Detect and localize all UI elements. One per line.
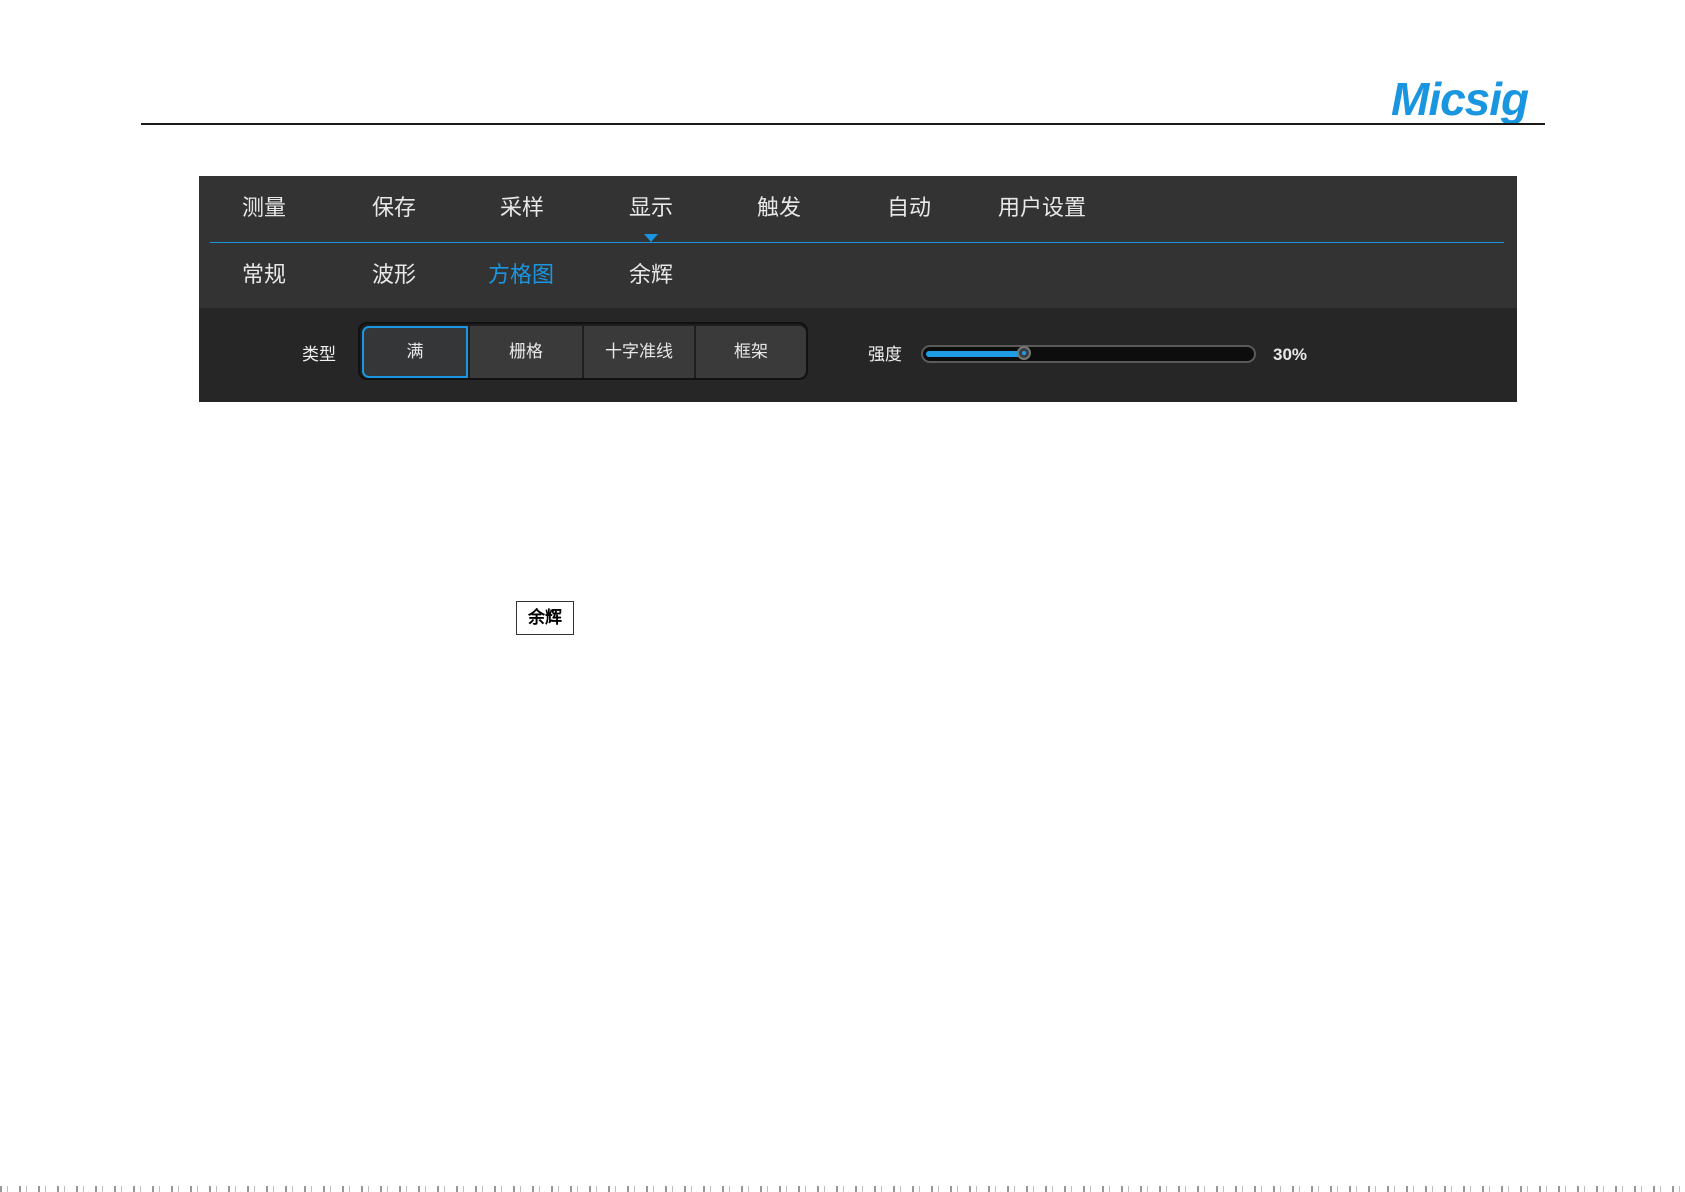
footer-artifact-strip [0, 1186, 1685, 1192]
grid-type-segmented-control: 满 栅格 十字准线 框架 [358, 322, 808, 380]
intensity-slider[interactable] [921, 345, 1256, 363]
menu-item-display[interactable]: 显示 [606, 176, 696, 242]
persistence-caption-box: 余辉 [516, 601, 574, 635]
micsig-logo: Micsig [1391, 73, 1529, 125]
tab-general[interactable]: 常规 [219, 243, 309, 308]
intensity-slider-fill [926, 351, 1024, 357]
intensity-label: 强度 [868, 345, 902, 365]
graticule-settings-row: 类型 满 栅格 十字准线 框架 强度 30% [199, 308, 1517, 402]
type-label: 类型 [302, 345, 336, 365]
menu-item-trigger[interactable]: 触发 [734, 176, 824, 242]
grid-type-grid-button[interactable]: 栅格 [470, 326, 582, 378]
header-divider [141, 123, 1545, 125]
settings-panel: 测量 保存 采样 显示 触发 自动 用户设置 常规 波形 方格图 余辉 类型 满… [199, 176, 1517, 402]
grid-type-full-button[interactable]: 满 [362, 326, 468, 378]
active-menu-caret-icon [644, 234, 658, 242]
intensity-slider-handle[interactable] [1016, 346, 1031, 360]
menu-item-auto[interactable]: 自动 [864, 176, 954, 242]
tab-graticule[interactable]: 方格图 [469, 243, 573, 308]
menu-item-save[interactable]: 保存 [349, 176, 439, 242]
menu-item-user-settings[interactable]: 用户设置 [982, 176, 1102, 242]
menu-item-measure[interactable]: 测量 [219, 176, 309, 242]
grid-type-crosshair-button[interactable]: 十字准线 [584, 326, 694, 378]
tab-waveform[interactable]: 波形 [349, 243, 439, 308]
tab-persistence[interactable]: 余辉 [606, 243, 696, 308]
menu-item-acquire[interactable]: 采样 [477, 176, 567, 242]
grid-type-frame-button[interactable]: 框架 [696, 326, 806, 378]
intensity-value: 30% [1273, 345, 1308, 364]
